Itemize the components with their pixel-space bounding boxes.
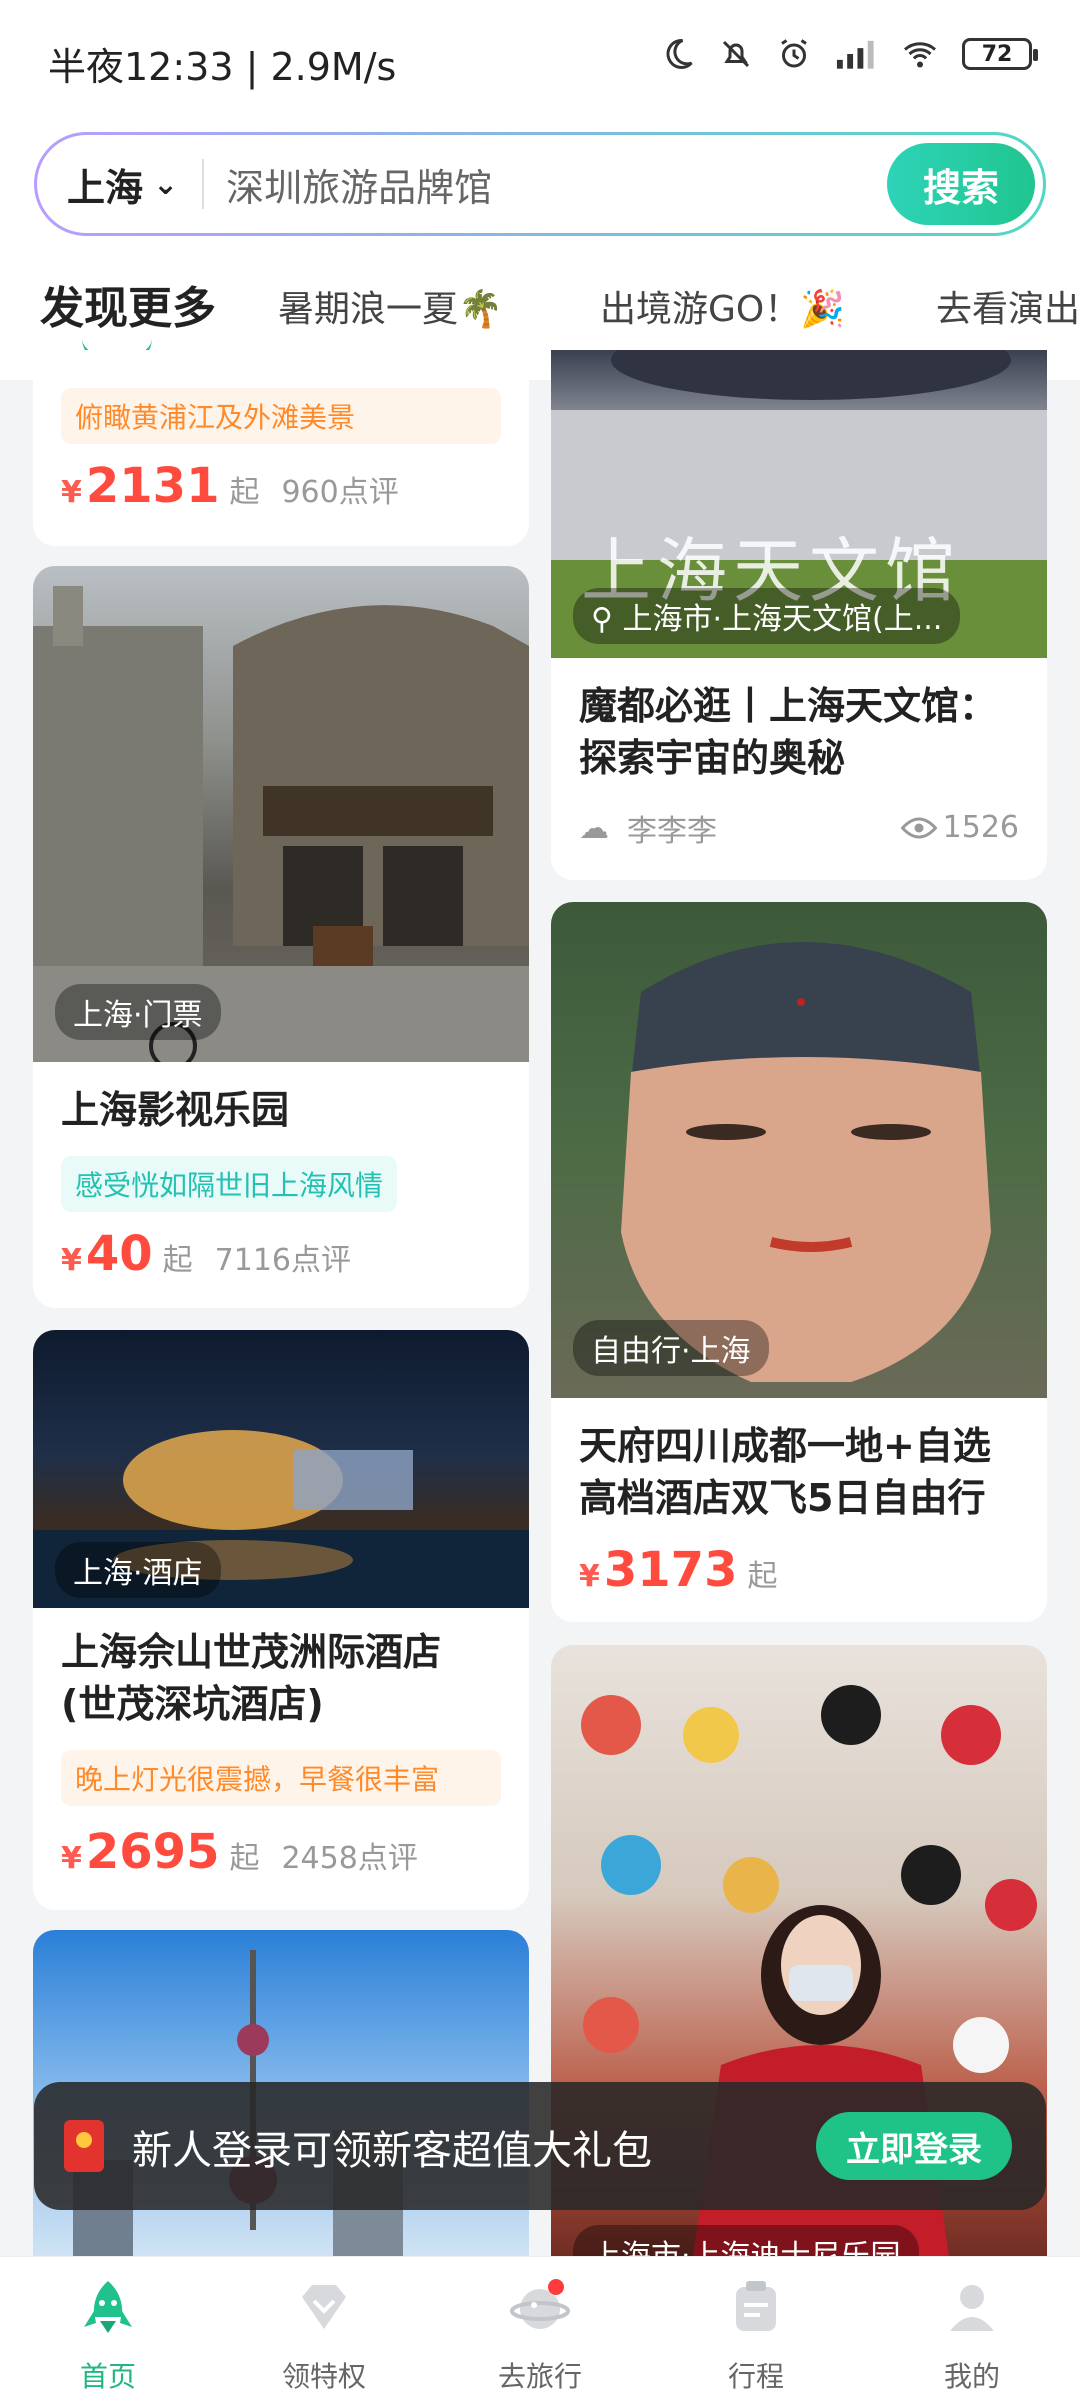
card-title-line2: 高档酒店双飞5日自由行 [579, 1476, 986, 1520]
tab-discover-more[interactable]: 发现更多 [40, 272, 216, 336]
moon-icon [666, 38, 693, 69]
card-planetarium[interactable]: 上海天文馆 ⚲ 上海市·上海天文馆(上... 魔都必逛丨上海天文馆： 探索宇宙的… [551, 350, 1047, 880]
card-location-badge: 上海·酒店 [55, 1542, 221, 1598]
tab-summer[interactable]: 暑期浪一夏🌴 [278, 280, 503, 332]
home-rocket-icon [84, 2281, 132, 2333]
author-name: 李李李 [627, 814, 717, 849]
card-title-line2: 探索宇宙的奥秘 [579, 736, 846, 780]
chevron-down-icon: ⌄ [153, 166, 179, 202]
price-value: 40 [85, 1226, 153, 1282]
price-row: ¥ 2695 起 2458点评 [61, 1824, 418, 1880]
author-avatar-icon: ☁ [579, 810, 609, 846]
red-packet-icon [64, 2120, 104, 2172]
card-hotel[interactable]: 上海·酒店 上海佘山世茂洲际酒店 (世茂深坑酒店) 晚上灯光很震撼，早餐很丰富 … [33, 1330, 529, 1910]
nav-label: 去旅行 [497, 2360, 582, 2393]
search-divider [202, 159, 205, 209]
card-bund[interactable]: 俯瞰黄浦江及外滩美景 ¥ 2131 起 960点评 [33, 350, 529, 546]
privilege-diamond-icon [302, 2285, 346, 2329]
card-tag: 晚上灯光很震撼，早餐很丰富 [61, 1750, 501, 1806]
app-screen: 半夜12:33 | 2.9M/s 72 上海 ⌄ 深圳旅游品牌馆 搜索 发现更多… [0, 0, 1080, 2400]
card-location-badge: ⚲ 上海市·上海天文馆(上... [573, 588, 961, 644]
header: 上海 ⌄ 深圳旅游品牌馆 搜索 发现更多 暑期浪一夏🌴 出境游GO！🎉 去看演出 [0, 120, 1080, 380]
price-suffix: 起 [229, 1841, 260, 1876]
profile-icon [950, 2285, 994, 2331]
currency-symbol: ¥ [61, 475, 82, 510]
travel-planet-icon [510, 2279, 570, 2329]
signal-icon [836, 40, 874, 69]
alarm-icon [781, 39, 807, 68]
price-row: ¥ 40 起 7116点评 [61, 1226, 351, 1282]
price-value: 3173 [603, 1542, 738, 1598]
nav-profile[interactable]: 我的 [864, 2257, 1080, 2400]
card-tag: 感受恍如隔世旧上海风情 [61, 1156, 398, 1212]
card-tag: 俯瞰黄浦江及外滩美景 [61, 388, 501, 444]
review-count: 2458点评 [281, 1841, 418, 1876]
location-pin-icon: ⚲ [591, 602, 623, 637]
price-value: 2131 [85, 458, 220, 514]
price-row: ¥ 2131 起 960点评 [61, 458, 399, 514]
nav-label: 行程 [727, 2360, 784, 2393]
card-title-line2: (世茂深坑酒店) [61, 1682, 324, 1726]
card-film-park[interactable]: 上海·门票 上海影视乐园 感受恍如隔世旧上海风情 ¥ 40 起 7116点评 [33, 566, 529, 1308]
price-suffix: 起 [162, 1243, 193, 1278]
status-time-speed: 半夜12:33 | 2.9M/s [48, 45, 397, 89]
nav-itinerary[interactable]: 行程 [648, 2257, 864, 2400]
card-title: 上海影视乐园 [61, 1088, 290, 1132]
card-title-line1: 上海佘山世茂洲际酒店 [61, 1630, 442, 1674]
nav-label: 首页 [79, 2360, 136, 2393]
banner-text: 新人登录可领新客超值大礼包 [132, 2128, 652, 2174]
price-suffix: 起 [229, 475, 260, 510]
author-row: ☁ 李李李 [579, 806, 717, 850]
review-count: 7116点评 [214, 1243, 352, 1278]
status-bar: 半夜12:33 | 2.9M/s 72 [0, 0, 1080, 120]
search-input[interactable]: 深圳旅游品牌馆 [226, 157, 492, 212]
nav-label: 领特权 [281, 2360, 366, 2393]
city-label: 上海 [67, 165, 144, 210]
login-button[interactable]: 立即登录 [816, 2112, 1012, 2180]
mute-bell-icon [722, 40, 750, 68]
tab-shows[interactable]: 去看演出 [936, 280, 1080, 332]
price-value: 2695 [85, 1824, 220, 1880]
new-user-login-banner: 新人登录可领新客超值大礼包 立即登录 [34, 2082, 1046, 2210]
nav-home[interactable]: 首页 [0, 2257, 216, 2400]
search-bar: 上海 ⌄ 深圳旅游品牌馆 搜索 [34, 132, 1046, 236]
tab-outbound[interactable]: 出境游GO！🎉 [600, 280, 845, 332]
review-count: 960点评 [281, 475, 399, 510]
search-button[interactable]: 搜索 [887, 143, 1035, 225]
bottom-navigation: 首页 领特权 去旅行 行程 我的 [0, 2256, 1080, 2400]
nav-privileges[interactable]: 领特权 [216, 2257, 432, 2400]
status-icons: 72 [660, 36, 1038, 72]
view-count: 1526 [942, 810, 1019, 845]
location-text: 上海市·上海天文馆(上... [622, 602, 943, 637]
itinerary-icon [736, 2281, 776, 2331]
price-row: ¥ 3173 起 [579, 1542, 777, 1598]
card-chengdu[interactable]: 自由行·上海 天府四川成都一地+自选 高档酒店双飞5日自由行 ¥ 3173 起 [551, 902, 1047, 1622]
price-suffix: 起 [747, 1559, 778, 1594]
nav-travel[interactable]: 去旅行 [432, 2257, 648, 2400]
views-row: 1526 [900, 810, 1019, 845]
currency-symbol: ¥ [61, 1243, 82, 1278]
currency-symbol: ¥ [579, 1559, 600, 1594]
currency-symbol: ¥ [61, 1841, 82, 1876]
card-title-line1: 天府四川成都一地+自选 [579, 1424, 991, 1468]
battery-indicator: 72 [962, 38, 1038, 70]
card-location-badge: 上海·门票 [55, 984, 221, 1040]
card-location-badge: 自由行·上海 [573, 1320, 769, 1376]
city-selector[interactable]: 上海 ⌄ [37, 135, 178, 233]
nav-label: 我的 [943, 2360, 1000, 2393]
card-title-line1: 魔都必逛丨上海天文馆： [579, 684, 998, 728]
wifi-icon [904, 42, 936, 68]
eye-icon [900, 817, 937, 838]
